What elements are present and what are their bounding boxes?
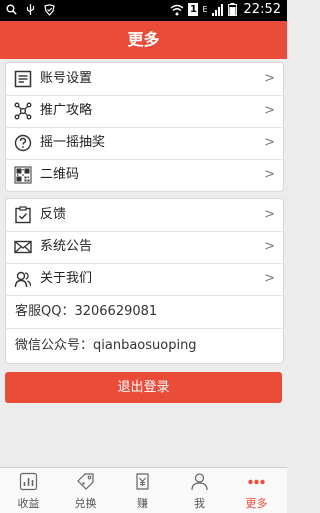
signal-icon [211,3,223,16]
menu-item-label: 账号设置 [40,71,93,86]
bottom-tab-bar: 收益 兑换 赚 我 更多 [0,467,287,513]
battery-icon [227,3,237,16]
menu-item-label: 系统公告 [40,239,93,254]
tab-more[interactable]: 更多 [228,468,285,513]
bar-chart-icon [19,472,38,491]
qr-code-icon [14,166,32,184]
settings-list-icon [14,70,32,88]
logout-button[interactable]: 退出登录 [5,372,282,403]
mail-envelope-icon [14,240,32,254]
menu-item-label: 反馈 [40,207,67,222]
page-title: 更多 [0,21,287,59]
chevron-right-icon: > [264,167,275,182]
status-bar: 1 E 22:52 [0,0,287,21]
wechat-official-account-text: 微信公众号：qianbaosuoping [15,338,197,353]
menu-item-label: 推广攻略 [40,103,93,118]
tab-label: 收益 [17,497,40,510]
tab-label: 赚 [137,497,148,510]
menu-item-promotion-guide[interactable]: 推广攻略 > [6,95,283,128]
tab-label: 更多 [245,497,268,510]
tab-label: 我 [194,497,205,510]
tag-icon [77,473,94,490]
chevron-right-icon: > [264,71,275,86]
person-icon [191,473,208,491]
chevron-right-icon: > [264,103,275,118]
sim-badge: 1 [188,3,199,16]
customer-service-qq-text: 客服QQ：3206629081 [15,304,158,319]
chevron-right-icon: > [264,207,275,222]
shield-icon [44,3,55,16]
menu-item-label: 关于我们 [40,271,93,286]
menu-item-about-us[interactable]: 关于我们 > [6,263,283,296]
feedback-clipboard-icon [15,206,31,224]
menu-item-feedback[interactable]: 反馈 > [6,199,283,232]
wechat-official-account: 微信公众号：qianbaosuoping [6,329,283,362]
network-type-label: E [202,5,208,14]
chevron-right-icon: > [264,271,275,286]
customer-service-qq: 客服QQ：3206629081 [6,295,283,329]
share-network-icon [14,102,32,120]
yen-bag-icon [136,473,149,490]
tab-exchange[interactable]: 兑换 [57,468,114,513]
menu-item-shake-lottery[interactable]: 摇一摇抽奖 > [6,127,283,160]
chevron-right-icon: > [264,135,275,150]
search-icon [6,4,17,15]
settings-group-two: 反馈 > 系统公告 > 关于我们 > 客服QQ：3206629081 微信公众号… [5,198,284,364]
tab-earn[interactable]: 赚 [114,468,171,513]
usb-icon [26,4,35,15]
tab-me[interactable]: 我 [171,468,228,513]
chevron-right-icon: > [264,239,275,254]
tab-label: 兑换 [74,497,97,510]
people-icon [14,271,32,288]
menu-item-label: 二维码 [40,167,80,182]
more-dots-icon [248,479,265,485]
menu-item-system-announcement[interactable]: 系统公告 > [6,231,283,264]
settings-group-one: 账号设置 > 推广攻略 > 摇一摇抽奖 > 二维码 > [5,62,284,192]
question-circle-icon [14,134,32,152]
wifi-icon [171,4,184,15]
menu-item-label: 摇一摇抽奖 [40,135,106,150]
clock: 22:52 [243,2,281,17]
menu-item-qr-code[interactable]: 二维码 > [6,159,283,191]
menu-item-account-settings[interactable]: 账号设置 > [6,63,283,96]
tab-earnings[interactable]: 收益 [0,468,57,513]
